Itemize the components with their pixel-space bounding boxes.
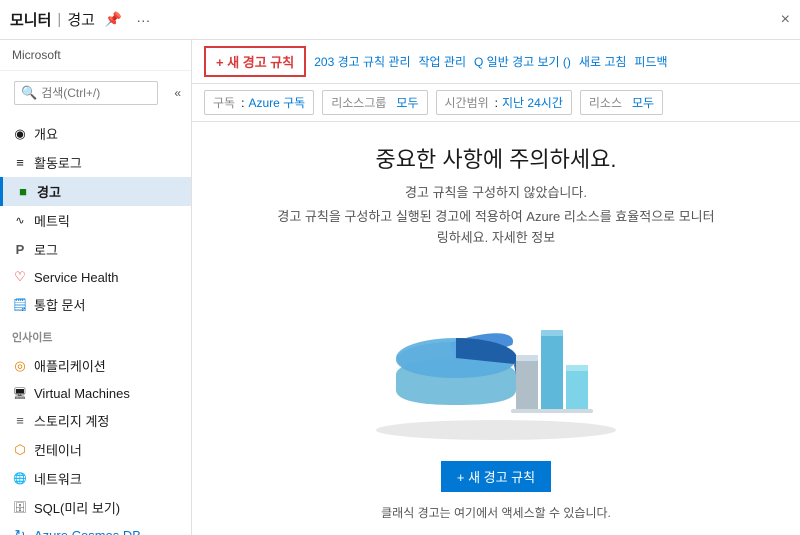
logs-icon: P xyxy=(12,242,28,258)
sidebar-item-logs[interactable]: P 로그 xyxy=(0,235,191,264)
sidebar-item-label: Azure Cosmos DB xyxy=(34,528,141,535)
time-range-value: 지난 24시간 xyxy=(502,94,563,111)
collapse-button[interactable]: « xyxy=(170,84,185,102)
insight-section-label: 인사이트 xyxy=(0,323,191,347)
more-icon[interactable]: ··· xyxy=(132,10,154,30)
sidebar-item-sql[interactable]: 🗄 SQL(미리 보기) xyxy=(0,493,191,522)
subscription-filter-value: Azure 구독 xyxy=(248,94,305,111)
resource-group-label: 리소스그룹 xyxy=(331,94,386,111)
sidebar-item-label: 경고 xyxy=(37,182,61,201)
manage-rules-link[interactable]: 203 경고 규칙 관리 xyxy=(314,53,410,70)
view-classic-link[interactable]: Q 일반 경고 보기 () xyxy=(474,53,571,70)
resource-value: 모두 xyxy=(632,94,654,111)
sidebar-item-label: 활동로그 xyxy=(34,153,82,172)
service-health-icon: ♡ xyxy=(12,269,28,285)
cosmos-icon: ↻ xyxy=(12,527,28,535)
sidebar-item-label: 네트워크 xyxy=(34,469,82,488)
sidebar-item-cosmos-db[interactable]: ↻ Azure Cosmos DB xyxy=(0,522,191,535)
search-input[interactable] xyxy=(41,86,151,100)
overview-icon: ◉ xyxy=(12,126,28,142)
feedback-link[interactable]: 피드백 xyxy=(634,53,667,70)
time-range-filter[interactable]: 시간범위 : 지난 24시간 xyxy=(436,90,572,115)
manage-jobs-link[interactable]: 작업 관리 xyxy=(419,53,467,70)
sidebar-item-storage[interactable]: ≡ 스토리지 계정 xyxy=(0,406,191,435)
sidebar-item-label: 스토리지 계정 xyxy=(34,411,109,430)
storage-icon: ≡ xyxy=(12,413,28,429)
empty-state-content: 중요한 사항에 주의하세요. 경고 규칙을 구성하지 않았습니다. 경고 규칙을… xyxy=(192,122,800,535)
sidebar-item-label: SQL(미리 보기) xyxy=(34,498,120,517)
new-alert-rule-center-button[interactable]: + 새 경고 규칙 xyxy=(441,461,551,492)
sidebar-item-overview[interactable]: ◉ 개요 xyxy=(0,119,191,148)
sidebar-item-label: 통합 문서 xyxy=(34,295,85,314)
sidebar-item-label: 개요 xyxy=(34,124,58,143)
filter-bar: 구독 : Azure 구독 리소스그룹 모두 시간범위 : 지난 24시간 리소… xyxy=(192,84,800,122)
search-icon: 🔍 xyxy=(21,85,37,101)
sidebar-insight-section: ◎ 애플리케이션 🖥 Virtual Machines ≡ 스토리지 계정 ⬡ … xyxy=(0,347,191,535)
subscription-filter-label: 구독 xyxy=(213,94,235,111)
search-box[interactable]: 🔍 xyxy=(14,81,158,105)
vm-icon: 🖥 xyxy=(12,385,28,401)
attention-description: 경고 규칙을 구성하고 실행된 경고에 적용하여 Azure 리소스를 효율적으… xyxy=(276,207,716,249)
page-title: 경고 xyxy=(67,9,95,30)
toolbar: + 새 경고 규칙 203 경고 규칙 관리 작업 관리 Q 일반 경고 보기 … xyxy=(192,40,800,84)
app-title: 모니터 xyxy=(10,9,51,30)
alerts-icon: ■ xyxy=(15,184,31,200)
main-layout: Microsoft 🔍 « ◉ 개요 ≡ 활동로그 ■ 경고 ∿ xyxy=(0,40,800,535)
sidebar-item-label: Virtual Machines xyxy=(34,386,130,401)
metrics-icon: ∿ xyxy=(12,213,28,229)
sidebar-item-networks[interactable]: 🌐 네트워크 xyxy=(0,464,191,493)
content-area: + 새 경고 규칙 203 경고 규칙 관리 작업 관리 Q 일반 경고 보기 … xyxy=(192,40,800,535)
new-alert-rule-button[interactable]: + 새 경고 규칙 xyxy=(204,46,306,77)
resource-filter[interactable]: 리소스 모두 xyxy=(580,90,663,115)
sidebar-item-workbooks[interactable]: 🗒 통합 문서 xyxy=(0,290,191,319)
sidebar-item-service-health[interactable]: ♡ Service Health xyxy=(0,264,191,290)
resource-group-filter[interactable]: 리소스그룹 모두 xyxy=(322,90,427,115)
sidebar-item-label: Service Health xyxy=(34,270,119,285)
sidebar-item-activity-log[interactable]: ≡ 활동로그 xyxy=(0,148,191,177)
brand-label: Microsoft xyxy=(0,40,191,71)
sidebar-item-label: 컨테이너 xyxy=(34,440,82,459)
sidebar-item-label: 애플리케이션 xyxy=(34,356,106,375)
sidebar-item-application[interactable]: ◎ 애플리케이션 xyxy=(0,351,191,380)
sidebar-item-label: 로그 xyxy=(34,240,58,259)
filter-sep: : xyxy=(241,96,244,110)
sidebar-item-label: 메트릭 xyxy=(34,211,70,230)
sidebar-item-metrics[interactable]: ∿ 메트릭 xyxy=(0,206,191,235)
resource-label: 리소스 xyxy=(589,94,622,111)
activity-log-icon: ≡ xyxy=(12,155,28,171)
sidebar-item-virtual-machines[interactable]: 🖥 Virtual Machines xyxy=(0,380,191,406)
illustration xyxy=(356,265,636,445)
subscription-filter[interactable]: 구독 : Azure 구독 xyxy=(204,90,314,115)
sidebar-main-section: ◉ 개요 ≡ 활동로그 ■ 경고 ∿ 메트릭 P 로그 ♡ Service He… xyxy=(0,115,191,323)
top-bar: 모니터 | 경고 📌 ··· × xyxy=(0,0,800,40)
title-separator: | xyxy=(57,11,61,28)
containers-icon: ⬡ xyxy=(12,442,28,458)
attention-subtitle: 경고 규칙을 구성하지 않았습니다. xyxy=(405,182,587,201)
sidebar-item-containers[interactable]: ⬡ 컨테이너 xyxy=(0,435,191,464)
resource-group-value: 모두 xyxy=(396,94,418,111)
sidebar: Microsoft 🔍 « ◉ 개요 ≡ 활동로그 ■ 경고 ∿ xyxy=(0,40,192,535)
application-icon: ◎ xyxy=(12,358,28,374)
attention-title: 중요한 사항에 주의하세요. xyxy=(376,142,617,174)
sql-icon: 🗄 xyxy=(12,500,28,516)
close-button[interactable]: × xyxy=(781,11,790,29)
sidebar-item-alerts[interactable]: ■ 경고 xyxy=(0,177,191,206)
network-icon: 🌐 xyxy=(12,471,28,487)
filter-sep: : xyxy=(495,96,498,110)
workbooks-icon: 🗒 xyxy=(12,297,28,313)
classic-alerts-text: 클래식 경고는 여기에서 액세스할 수 있습니다. xyxy=(381,504,611,521)
pin-icon[interactable]: 📌 xyxy=(101,9,126,30)
time-range-label: 시간범위 xyxy=(445,94,489,111)
refresh-link[interactable]: 새로 고침 xyxy=(579,53,627,70)
